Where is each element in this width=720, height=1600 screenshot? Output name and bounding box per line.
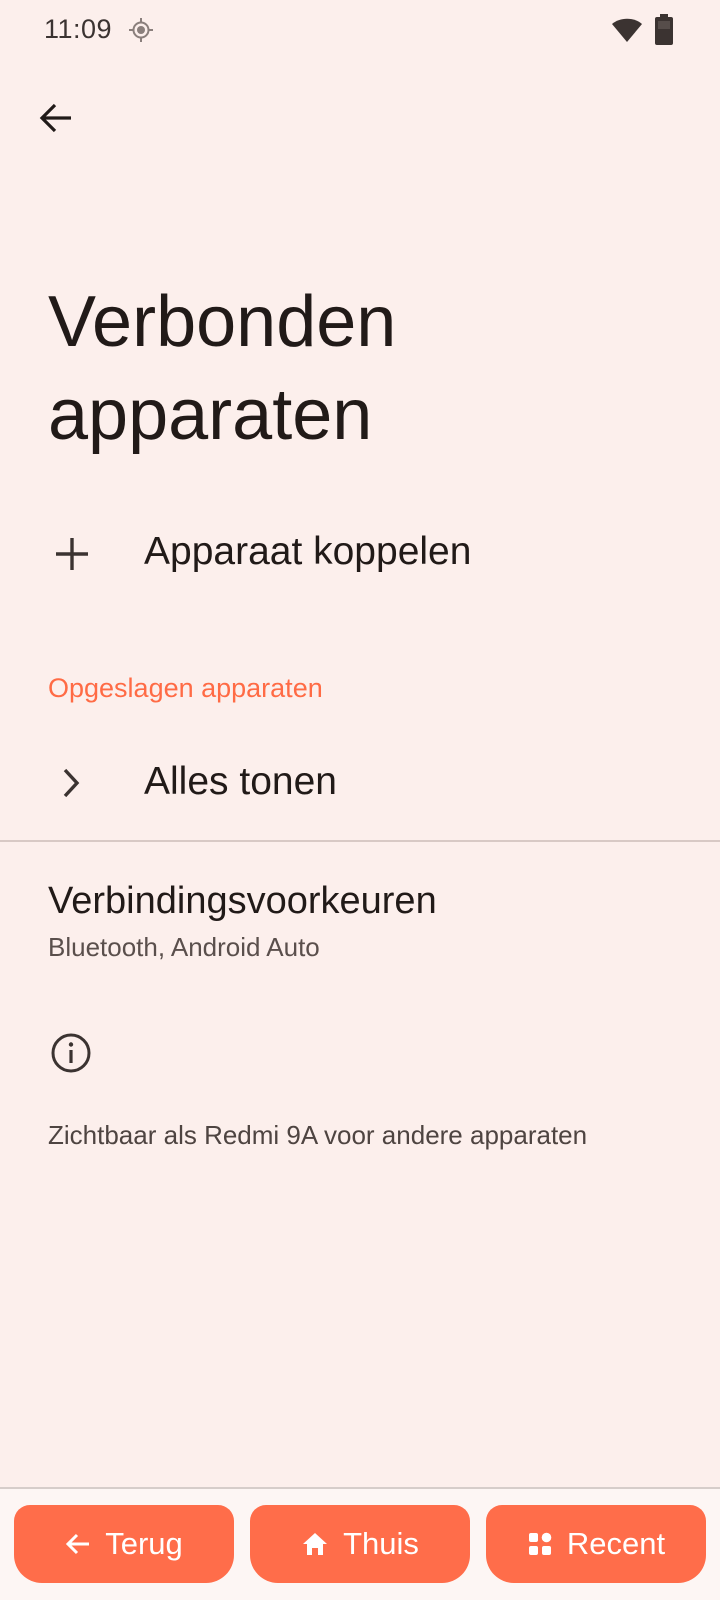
arrow-back-icon	[39, 103, 71, 133]
location-icon	[129, 18, 153, 42]
settings-screen: 11:09 Verbonden apparaten Apparaat koppe…	[0, 0, 720, 1600]
pair-device-label: Apparaat koppelen	[144, 530, 472, 573]
arrow-back-icon	[66, 1533, 90, 1555]
back-button[interactable]	[30, 92, 82, 144]
apps-grid-icon	[528, 1532, 552, 1555]
show-all-item[interactable]: Alles tonen	[0, 730, 720, 840]
page-title: Verbonden apparaten	[48, 282, 397, 455]
status-time: 11:09	[44, 14, 113, 44]
nav-home-button[interactable]: Thuis	[250, 1505, 470, 1583]
pair-device-item[interactable]: Apparaat koppelen	[0, 508, 720, 620]
wifi-icon	[612, 18, 642, 42]
info-icon	[51, 1033, 91, 1073]
saved-devices-header: Opgeslagen apparaten	[48, 673, 323, 703]
battery-icon	[655, 14, 673, 45]
visibility-info-text: Zichtbaar als Redmi 9A voor andere appar…	[48, 1120, 588, 1150]
nav-recent-button[interactable]: Recent	[486, 1505, 706, 1583]
nav-back-button[interactable]: Terug	[14, 1505, 234, 1583]
plus-icon	[56, 538, 88, 570]
nav-back-label: Terug	[105, 1526, 183, 1561]
nav-home-label: Thuis	[343, 1526, 419, 1561]
bottom-navigation: Terug Thuis Recent	[0, 1489, 720, 1600]
connection-preferences-item[interactable]: Verbindingsvoorkeuren Bluetooth, Android…	[0, 862, 720, 972]
connection-preferences-summary: Bluetooth, Android Auto	[48, 932, 320, 962]
divider	[0, 840, 720, 842]
show-all-label: Alles tonen	[144, 760, 337, 803]
connection-preferences-title: Verbindingsvoorkeuren	[48, 880, 437, 922]
home-icon	[303, 1533, 328, 1555]
status-bar: 11:09	[0, 0, 720, 64]
nav-recent-label: Recent	[566, 1526, 666, 1561]
chevron-right-icon	[63, 768, 80, 798]
